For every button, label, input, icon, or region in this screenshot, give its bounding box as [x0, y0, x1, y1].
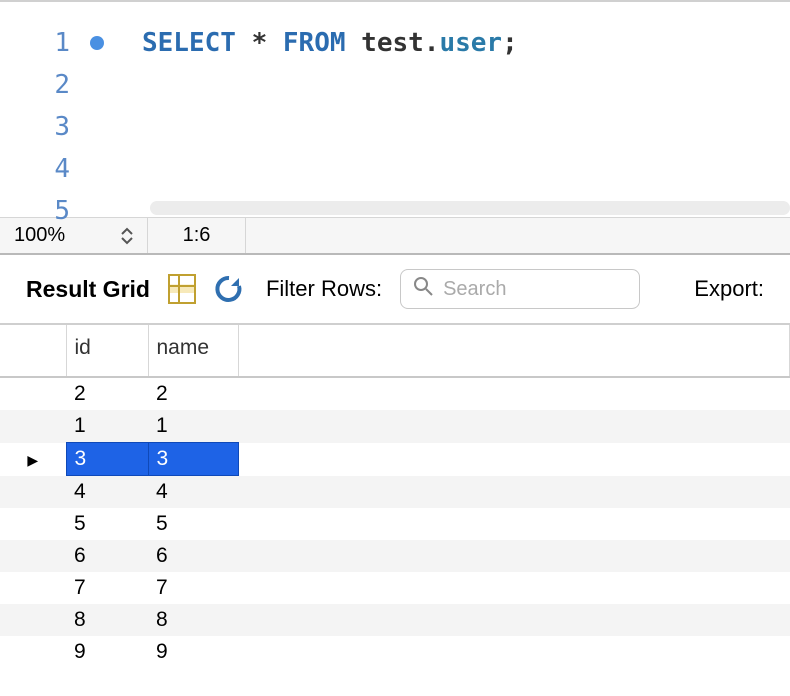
row-marker[interactable] — [0, 410, 66, 443]
cell-name[interactable]: 5 — [148, 508, 238, 540]
row-marker[interactable] — [0, 540, 66, 572]
results-toolbar: Result Grid Filter Rows: Export: — [0, 255, 790, 325]
line-number: 2 — [0, 64, 70, 106]
table-row[interactable]: 88 — [0, 604, 790, 636]
cell-id[interactable]: 5 — [66, 508, 148, 540]
horizontal-scrollbar[interactable] — [150, 201, 790, 215]
table-row[interactable]: 44 — [0, 476, 790, 509]
header-row: id name — [0, 325, 790, 377]
line-number: 1 — [0, 22, 70, 64]
search-input[interactable] — [443, 278, 708, 301]
refresh-icon[interactable] — [214, 274, 244, 304]
column-header-id[interactable]: id — [66, 325, 148, 377]
cell-empty — [238, 508, 790, 540]
sql-dot: . — [424, 28, 440, 58]
sql-semicolon: ; — [502, 28, 518, 58]
cell-name[interactable]: 2 — [148, 377, 238, 410]
filter-searchbox[interactable] — [400, 269, 640, 309]
sql-keyword: SELECT — [142, 28, 236, 58]
table-row[interactable]: 77 — [0, 572, 790, 604]
cell-id[interactable]: 4 — [66, 476, 148, 509]
cell-name[interactable]: 4 — [148, 476, 238, 509]
sql-schema: test — [361, 28, 424, 58]
cell-empty — [238, 604, 790, 636]
cell-name[interactable]: 6 — [148, 540, 238, 572]
cursor-position: 1:6 — [148, 218, 246, 253]
cell-name[interactable]: 1 — [148, 410, 238, 443]
sql-table: user — [439, 28, 502, 58]
cell-empty — [238, 443, 790, 476]
row-marker-header — [0, 325, 66, 377]
cell-empty — [238, 377, 790, 410]
row-marker[interactable] — [0, 636, 66, 668]
table-row[interactable]: 66 — [0, 540, 790, 572]
cell-empty — [238, 636, 790, 668]
cell-empty — [238, 540, 790, 572]
result-grid-label: Result Grid — [26, 276, 150, 303]
row-marker[interactable] — [0, 604, 66, 636]
code-area[interactable]: SELECT * FROM test.user; — [142, 2, 790, 217]
cell-id[interactable]: 3 — [66, 443, 148, 476]
row-marker[interactable] — [0, 572, 66, 604]
table-row[interactable]: 55 — [0, 508, 790, 540]
cell-name[interactable]: 8 — [148, 604, 238, 636]
line-gutter: 1 2 3 4 5 — [0, 2, 82, 217]
row-marker[interactable] — [0, 377, 66, 410]
cell-name[interactable]: 9 — [148, 636, 238, 668]
table-row[interactable]: 33 — [0, 443, 790, 476]
line-number: 3 — [0, 106, 70, 148]
export-label[interactable]: Export: — [694, 276, 764, 302]
cell-name[interactable]: 7 — [148, 572, 238, 604]
sql-star: * — [252, 28, 268, 58]
breakpoint-gutter[interactable] — [82, 2, 142, 217]
line-number: 4 — [0, 148, 70, 190]
column-header-empty — [238, 325, 790, 377]
cell-empty — [238, 572, 790, 604]
cell-name[interactable]: 3 — [148, 443, 238, 476]
cell-id[interactable]: 2 — [66, 377, 148, 410]
table-row[interactable]: 99 — [0, 636, 790, 668]
cell-id[interactable]: 7 — [66, 572, 148, 604]
cell-id[interactable]: 6 — [66, 540, 148, 572]
filter-rows-label: Filter Rows: — [266, 276, 382, 302]
table-row[interactable]: 11 — [0, 410, 790, 443]
cell-id[interactable]: 9 — [66, 636, 148, 668]
table-row[interactable]: 22 — [0, 377, 790, 410]
cell-empty — [238, 410, 790, 443]
cursor-position-value: 1:6 — [183, 224, 211, 247]
stepper-icon[interactable] — [121, 227, 133, 245]
zoom-value: 100% — [14, 224, 65, 247]
search-icon — [413, 276, 433, 302]
cell-id[interactable]: 1 — [66, 410, 148, 443]
statement-marker-icon[interactable] — [90, 36, 104, 50]
result-grid[interactable]: id name 221133445566778899 — [0, 325, 790, 696]
editor-statusbar: 100% 1:6 — [0, 217, 790, 255]
row-marker[interactable] — [0, 443, 66, 476]
sql-keyword: FROM — [283, 28, 346, 58]
cell-id[interactable]: 8 — [66, 604, 148, 636]
zoom-control[interactable]: 100% — [0, 218, 148, 253]
column-header-name[interactable]: name — [148, 325, 238, 377]
row-marker[interactable] — [0, 476, 66, 509]
sql-editor[interactable]: 1 2 3 4 5 SELECT * FROM test.user; — [0, 0, 790, 217]
grid-view-icon[interactable] — [168, 274, 196, 304]
row-marker[interactable] — [0, 508, 66, 540]
cell-empty — [238, 476, 790, 509]
